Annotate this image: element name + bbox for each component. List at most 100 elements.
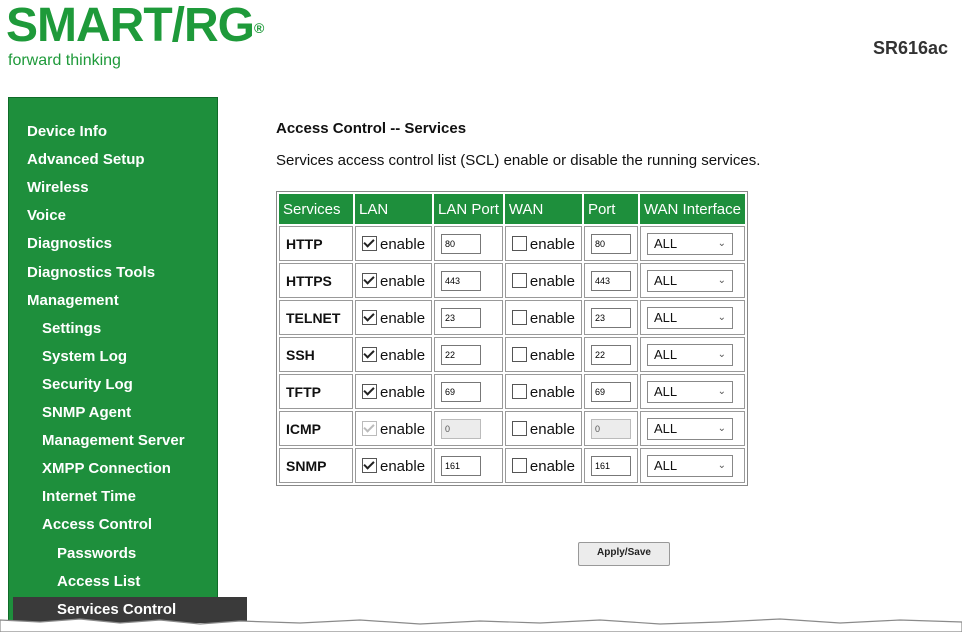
wan-interface-value: ALL (653, 272, 678, 288)
wan-port-input[interactable] (590, 233, 631, 254)
lan-port-input[interactable] (441, 307, 482, 328)
lan-enable-label: enable (380, 235, 426, 253)
wan-interface-value: ALL (653, 235, 678, 251)
sidebar-item-diagnostics[interactable]: Diagnostics (9, 231, 227, 257)
wan-enable-cell: enable (504, 411, 582, 446)
registered-mark: ® (253, 20, 264, 36)
wan-enable-cell: enable (504, 374, 582, 409)
sidebar-item-diagnostics-tools[interactable]: Diagnostics Tools (9, 260, 227, 286)
lan-enable-checkbox[interactable] (362, 236, 377, 252)
sidebar-item-voice[interactable]: Voice (9, 203, 227, 229)
sidebar-item-passwords[interactable]: Passwords (9, 541, 257, 567)
sidebar-item-advanced-setup[interactable]: Advanced Setup (9, 147, 227, 173)
wan-port-cell (583, 374, 638, 409)
lan-port-input[interactable] (441, 344, 482, 365)
wan-port-input[interactable] (590, 381, 631, 402)
column-header-lan: LAN (355, 194, 433, 224)
wan-enable-checkbox[interactable] (511, 236, 527, 252)
table-row: ICMP enable enable ALL ⌄ (279, 411, 745, 446)
wan-interface-cell: ALL ⌄ (639, 337, 745, 372)
table-row: HTTP enable enable ALL ⌄ (279, 226, 745, 261)
sidebar-item-security-log[interactable]: Security Log (9, 372, 242, 398)
chevron-down-icon: ⌄ (717, 311, 726, 323)
sidebar-item-system-log[interactable]: System Log (9, 344, 242, 370)
wan-port-cell (583, 337, 638, 372)
sidebar-item-management-server[interactable]: Management Server (9, 428, 242, 454)
chevron-down-icon: ⌄ (717, 422, 726, 434)
torn-edge-decoration (0, 618, 962, 632)
wan-enable-checkbox[interactable] (511, 421, 527, 437)
lan-port-input (441, 418, 482, 439)
lan-enable-label: enable (380, 346, 426, 364)
sidebar-item-snmp-agent[interactable]: SNMP Agent (9, 400, 242, 426)
sidebar-item-access-control[interactable]: Access Control (9, 512, 242, 538)
wan-enable-checkbox[interactable] (511, 273, 527, 289)
lan-enable-cell: enable (355, 263, 433, 298)
sidebar-item-access-list[interactable]: Access List (9, 569, 257, 595)
wan-port-cell (583, 263, 638, 298)
chevron-down-icon: ⌄ (717, 459, 726, 471)
lan-port-input[interactable] (441, 381, 482, 402)
model-name: SR616ac (872, 38, 948, 58)
table-row: TFTP enable enable ALL ⌄ (279, 374, 745, 409)
chevron-down-icon: ⌄ (717, 385, 726, 397)
wan-interface-select[interactable]: ALL ⌄ (646, 232, 733, 255)
wan-interface-select[interactable]: ALL ⌄ (646, 306, 733, 329)
wan-enable-checkbox[interactable] (511, 310, 527, 326)
lan-port-input[interactable] (441, 455, 482, 476)
lan-enable-checkbox (362, 421, 377, 437)
wan-interface-cell: ALL ⌄ (639, 448, 745, 483)
wan-enable-label: enable (529, 420, 575, 438)
wan-interface-select[interactable]: ALL ⌄ (646, 269, 733, 292)
apply-save-button[interactable]: Apply/Save (578, 542, 670, 566)
wan-port-cell (583, 448, 638, 483)
services-table: Services LAN LAN Port WAN Port WAN Interface … (276, 191, 748, 486)
lan-enable-checkbox[interactable] (362, 273, 377, 289)
service-name: HTTP (279, 226, 353, 261)
sidebar-item-xmpp-connection[interactable]: XMPP Connection (9, 456, 242, 482)
lan-enable-checkbox[interactable] (362, 310, 377, 326)
wan-interface-select[interactable]: ALL ⌄ (646, 343, 733, 366)
sidebar-item-wireless[interactable]: Wireless (9, 175, 227, 201)
wan-port-input[interactable] (590, 307, 631, 328)
sidebar-item-management[interactable]: Management (9, 288, 227, 314)
lan-enable-cell: enable (355, 337, 433, 372)
lan-enable-label: enable (380, 457, 426, 475)
service-name: SNMP (279, 448, 353, 483)
lan-port-cell (434, 374, 503, 409)
lan-enable-checkbox[interactable] (362, 384, 377, 400)
lan-port-input[interactable] (441, 270, 482, 291)
wan-interface-select[interactable]: ALL ⌄ (646, 454, 733, 477)
column-header-wan: WAN (504, 194, 582, 224)
sidebar-item-device-info[interactable]: Device Info (9, 119, 227, 145)
wan-enable-cell: enable (504, 448, 582, 483)
table-row: SSH enable enable ALL ⌄ (279, 337, 745, 372)
wan-port-input[interactable] (590, 344, 631, 365)
sidebar-item-internet-time[interactable]: Internet Time (9, 484, 242, 510)
lan-port-cell (434, 448, 503, 483)
wan-enable-checkbox[interactable] (511, 347, 527, 363)
logo-tagline: forward thinking (8, 52, 121, 69)
lan-enable-checkbox[interactable] (362, 347, 377, 363)
chevron-down-icon: ⌄ (717, 348, 726, 360)
wan-enable-label: enable (529, 346, 575, 364)
wan-enable-cell: enable (504, 263, 582, 298)
wan-port-input[interactable] (590, 455, 631, 476)
table-header-row: Services LAN LAN Port WAN Port WAN Interface (279, 194, 745, 224)
lan-enable-cell: enable (355, 226, 433, 261)
wan-interface-select[interactable]: ALL ⌄ (646, 380, 733, 403)
wan-interface-select[interactable]: ALL ⌄ (646, 417, 733, 440)
wan-port-input[interactable] (590, 270, 631, 291)
sidebar-item-settings[interactable]: Settings (9, 316, 242, 342)
wan-enable-cell: enable (504, 226, 582, 261)
wan-enable-checkbox[interactable] (511, 384, 527, 400)
table-row: HTTPS enable enable ALL ⌄ (279, 263, 745, 298)
lan-port-input[interactable] (441, 233, 482, 254)
lan-enable-cell: enable (355, 374, 433, 409)
wan-interface-cell: ALL ⌄ (639, 411, 745, 446)
wan-enable-label: enable (529, 457, 575, 475)
lan-enable-checkbox[interactable] (362, 458, 377, 474)
wan-enable-checkbox[interactable] (511, 458, 527, 474)
wan-interface-cell: ALL ⌄ (639, 226, 745, 261)
header: SMART/RG® forward thinking SR616ac (0, 0, 962, 96)
